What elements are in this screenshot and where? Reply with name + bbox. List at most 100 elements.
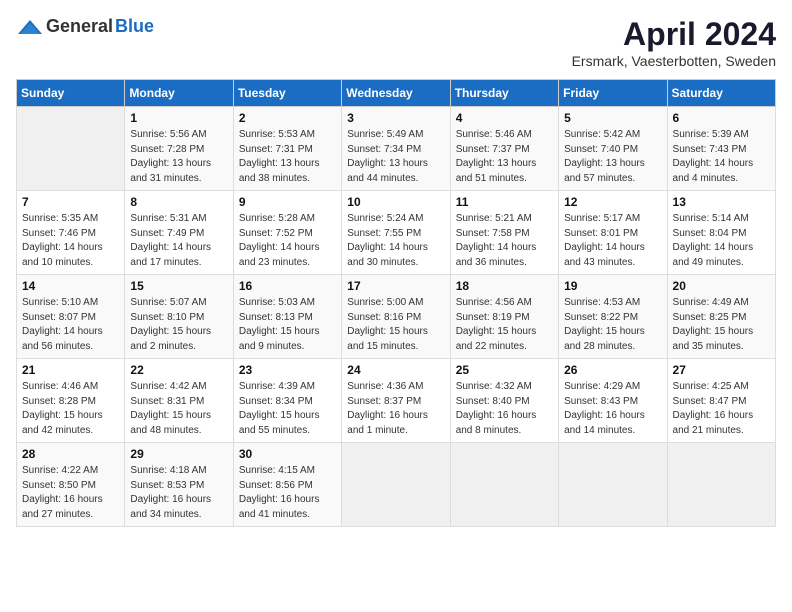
day-number: 9 <box>239 195 336 209</box>
calendar-cell <box>342 443 450 527</box>
calendar-cell: 23Sunrise: 4:39 AMSunset: 8:34 PMDayligh… <box>233 359 341 443</box>
day-number: 16 <box>239 279 336 293</box>
day-number: 7 <box>22 195 119 209</box>
header-day-tuesday: Tuesday <box>233 80 341 107</box>
day-info: Sunrise: 5:53 AMSunset: 7:31 PMDaylight:… <box>239 128 336 186</box>
calendar-cell: 30 Sunrise: 4:15 AMSunset: 8:56 PMDayligh… <box>233 443 341 527</box>
day-info: Sunrise: 4:53 AMSunset: 8:22 PMDaylight:… <box>564 296 661 354</box>
day-info: Sunrise: 5:00 AMSunset: 8:16 PMDaylight:… <box>347 296 444 354</box>
week-row-5: 28 Sunrise: 4:22 AMSunset: 8:50 PMDayligh… <box>17 443 776 527</box>
day-info: Sunrise: 4:22 AMSunset: 8:50 PMDaylight:… <box>22 464 119 522</box>
day-info: Sunrise: 5:24 AMSunset: 7:55 PMDaylight:… <box>347 212 444 270</box>
calendar-cell: 11 Sunrise: 5:21 AMSunset: 7:58 PMDayligh… <box>450 191 558 275</box>
day-number: 26 <box>564 363 661 377</box>
header-day-friday: Friday <box>559 80 667 107</box>
page-header: General Blue April 2024 Ersmark, Vaester… <box>16 16 776 69</box>
day-number: 15 <box>130 279 227 293</box>
calendar-cell: 6 Sunrise: 5:39 AMSunset: 7:43 PMDaylight… <box>667 107 775 191</box>
day-info: Sunrise: 4:39 AMSunset: 8:34 PMDaylight:… <box>239 380 336 438</box>
header-day-monday: Monday <box>125 80 233 107</box>
calendar-cell: 7 Sunrise: 5:35 AMSunset: 7:46 PMDaylight… <box>17 191 125 275</box>
logo-general-text: General <box>46 16 113 37</box>
day-info: Sunrise: 4:36 AMSunset: 8:37 PMDaylight:… <box>347 380 444 438</box>
day-number: 6 <box>673 111 770 125</box>
day-number: 8 <box>130 195 227 209</box>
day-number: 11 <box>456 195 553 209</box>
calendar-cell: 17 Sunrise: 5:00 AMSunset: 8:16 PMDayligh… <box>342 275 450 359</box>
calendar-cell: 1 Sunrise: 5:56 AMSunset: 7:28 PMDaylight… <box>125 107 233 191</box>
calendar-cell: 8 Sunrise: 5:31 AMSunset: 7:49 PMDaylight… <box>125 191 233 275</box>
day-info: Sunrise: 4:29 AMSunset: 8:43 PMDaylight:… <box>564 380 661 438</box>
calendar-cell: 14Sunrise: 5:10 AMSunset: 8:07 PMDayligh… <box>17 275 125 359</box>
calendar-cell: 18 Sunrise: 4:56 AMSunset: 8:19 PMDayligh… <box>450 275 558 359</box>
day-info: Sunrise: 5:28 AMSunset: 7:52 PMDaylight:… <box>239 212 336 270</box>
day-number: 1 <box>130 111 227 125</box>
week-row-1: 1 Sunrise: 5:56 AMSunset: 7:28 PMDaylight… <box>17 107 776 191</box>
calendar-cell: 25 Sunrise: 4:32 AMSunset: 8:40 PMDayligh… <box>450 359 558 443</box>
day-number: 12 <box>564 195 661 209</box>
calendar-cell: 28 Sunrise: 4:22 AMSunset: 8:50 PMDayligh… <box>17 443 125 527</box>
day-info: Sunrise: 5:14 AMSunset: 8:04 PMDaylight:… <box>673 212 770 270</box>
day-info: Sunrise: 4:56 AMSunset: 8:19 PMDaylight:… <box>456 296 553 354</box>
calendar-cell: 21 Sunrise: 4:46 AMSunset: 8:28 PMDayligh… <box>17 359 125 443</box>
calendar-cell <box>559 443 667 527</box>
calendar-table: SundayMondayTuesdayWednesdayThursdayFrid… <box>16 79 776 527</box>
day-info: Sunrise: 5:56 AMSunset: 7:28 PMDaylight:… <box>130 128 227 186</box>
week-row-2: 7 Sunrise: 5:35 AMSunset: 7:46 PMDaylight… <box>17 191 776 275</box>
day-number: 13 <box>673 195 770 209</box>
calendar-cell: 12Sunrise: 5:17 AMSunset: 8:01 PMDayligh… <box>559 191 667 275</box>
calendar-cell: 15 Sunrise: 5:07 AMSunset: 8:10 PMDayligh… <box>125 275 233 359</box>
day-number: 2 <box>239 111 336 125</box>
day-info: Sunrise: 4:46 AMSunset: 8:28 PMDaylight:… <box>22 380 119 438</box>
day-number: 21 <box>22 363 119 377</box>
calendar-cell: 3 Sunrise: 5:49 AMSunset: 7:34 PMDaylight… <box>342 107 450 191</box>
day-info: Sunrise: 5:07 AMSunset: 8:10 PMDaylight:… <box>130 296 227 354</box>
day-number: 28 <box>22 447 119 461</box>
day-number: 3 <box>347 111 444 125</box>
day-info: Sunrise: 5:42 AMSunset: 7:40 PMDaylight:… <box>564 128 661 186</box>
day-info: Sunrise: 4:32 AMSunset: 8:40 PMDaylight:… <box>456 380 553 438</box>
day-number: 17 <box>347 279 444 293</box>
calendar-cell: 13 Sunrise: 5:14 AMSunset: 8:04 PMDayligh… <box>667 191 775 275</box>
day-info: Sunrise: 4:15 AMSunset: 8:56 PMDaylight:… <box>239 464 336 522</box>
calendar-cell: 22Sunrise: 4:42 AMSunset: 8:31 PMDayligh… <box>125 359 233 443</box>
calendar-cell: 4Sunrise: 5:46 AMSunset: 7:37 PMDaylight… <box>450 107 558 191</box>
day-info: Sunrise: 5:35 AMSunset: 7:46 PMDaylight:… <box>22 212 119 270</box>
calendar-cell: 27Sunrise: 4:25 AMSunset: 8:47 PMDayligh… <box>667 359 775 443</box>
day-number: 24 <box>347 363 444 377</box>
title-block: April 2024 Ersmark, Vaesterbotten, Swede… <box>572 16 776 69</box>
calendar-cell: 10 Sunrise: 5:24 AMSunset: 7:55 PMDayligh… <box>342 191 450 275</box>
day-number: 18 <box>456 279 553 293</box>
header-day-sunday: Sunday <box>17 80 125 107</box>
day-number: 25 <box>456 363 553 377</box>
calendar-cell: 2 Sunrise: 5:53 AMSunset: 7:31 PMDaylight… <box>233 107 341 191</box>
header-day-wednesday: Wednesday <box>342 80 450 107</box>
calendar-cell: 5 Sunrise: 5:42 AMSunset: 7:40 PMDaylight… <box>559 107 667 191</box>
day-info: Sunrise: 5:21 AMSunset: 7:58 PMDaylight:… <box>456 212 553 270</box>
logo-icon <box>16 18 44 36</box>
day-info: Sunrise: 5:31 AMSunset: 7:49 PMDaylight:… <box>130 212 227 270</box>
day-number: 20 <box>673 279 770 293</box>
calendar-cell: 9 Sunrise: 5:28 AMSunset: 7:52 PMDaylight… <box>233 191 341 275</box>
day-info: Sunrise: 4:18 AMSunset: 8:53 PMDaylight:… <box>130 464 227 522</box>
logo-blue-text: Blue <box>115 16 154 37</box>
calendar-cell: 29 Sunrise: 4:18 AMSunset: 8:53 PMDayligh… <box>125 443 233 527</box>
day-info: Sunrise: 5:39 AMSunset: 7:43 PMDaylight:… <box>673 128 770 186</box>
day-number: 30 <box>239 447 336 461</box>
logo: General Blue <box>16 16 154 37</box>
calendar-cell: 24 Sunrise: 4:36 AMSunset: 8:37 PMDayligh… <box>342 359 450 443</box>
header-row: SundayMondayTuesdayWednesdayThursdayFrid… <box>17 80 776 107</box>
day-info: Sunrise: 4:49 AMSunset: 8:25 PMDaylight:… <box>673 296 770 354</box>
day-info: Sunrise: 5:03 AMSunset: 8:13 PMDaylight:… <box>239 296 336 354</box>
day-number: 14 <box>22 279 119 293</box>
day-info: Sunrise: 4:25 AMSunset: 8:47 PMDaylight:… <box>673 380 770 438</box>
day-info: Sunrise: 5:49 AMSunset: 7:34 PMDaylight:… <box>347 128 444 186</box>
day-number: 10 <box>347 195 444 209</box>
location-subtitle: Ersmark, Vaesterbotten, Sweden <box>572 53 776 69</box>
day-number: 19 <box>564 279 661 293</box>
day-number: 5 <box>564 111 661 125</box>
day-number: 4 <box>456 111 553 125</box>
week-row-3: 14Sunrise: 5:10 AMSunset: 8:07 PMDayligh… <box>17 275 776 359</box>
calendar-cell <box>17 107 125 191</box>
day-number: 29 <box>130 447 227 461</box>
